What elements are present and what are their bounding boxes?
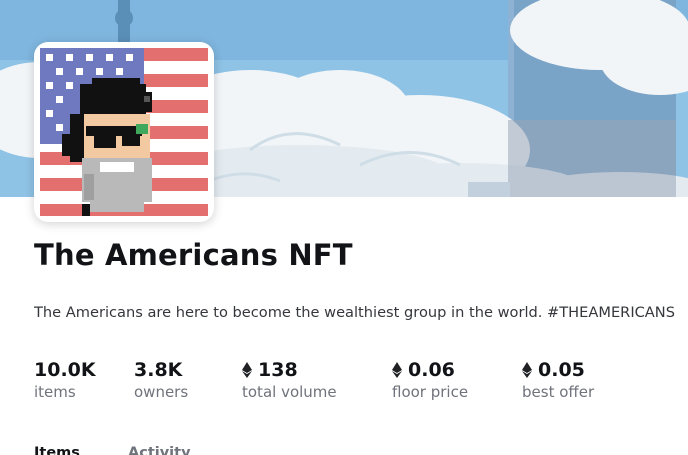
stat-floor-price-value: 0.06 — [408, 359, 455, 381]
stat-total-volume-value: 138 — [258, 359, 298, 381]
avatar-image — [40, 48, 208, 216]
ethereum-icon — [242, 362, 252, 378]
stat-total-volume[interactable]: 138 total volume — [242, 358, 337, 401]
stat-owners[interactable]: 3.8K owners — [134, 358, 188, 401]
ethereum-icon — [392, 362, 402, 378]
stat-owners-label: owners — [134, 383, 189, 401]
collection-avatar[interactable] — [34, 42, 214, 222]
tab-items[interactable]: Items — [34, 445, 80, 455]
collection-page: The Americans NFT The Americans are here… — [0, 0, 688, 455]
collection-title: The Americans NFT — [34, 238, 353, 272]
stat-best-offer-label: best offer — [522, 383, 595, 401]
stat-owners-value: 3.8K — [134, 359, 183, 381]
stat-best-offer-value: 0.05 — [538, 359, 585, 381]
ethereum-icon — [522, 362, 532, 378]
stat-items-label: items — [34, 383, 76, 401]
stat-items[interactable]: 10.0K items — [34, 358, 96, 401]
stat-items-value: 10.0K — [34, 359, 96, 381]
collection-description: The Americans are here to become the wea… — [34, 304, 675, 321]
stat-best-offer[interactable]: 0.05 best offer — [522, 358, 594, 401]
stat-floor-price[interactable]: 0.06 floor price — [392, 358, 468, 401]
stat-floor-price-label: floor price — [392, 383, 469, 401]
tab-activity[interactable]: Activity — [128, 445, 191, 455]
stat-total-volume-label: total volume — [242, 383, 337, 401]
